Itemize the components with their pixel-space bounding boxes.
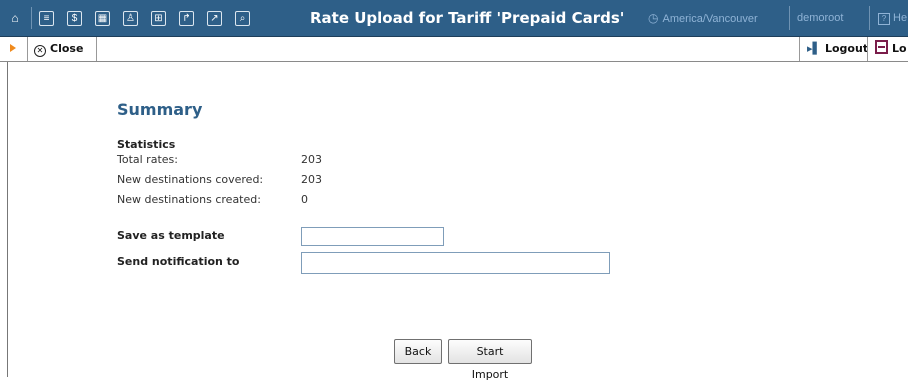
divider xyxy=(799,37,800,61)
close-label: Close xyxy=(50,42,84,55)
timezone-label: America/Vancouver xyxy=(662,13,758,25)
home-icon[interactable]: ⌂ xyxy=(7,10,23,26)
page-title: Rate Upload for Tariff 'Prepaid Cards' xyxy=(310,9,625,27)
stat-label-destinations-covered: New destinations covered: xyxy=(117,173,264,186)
search-icon[interactable]: ⌕ xyxy=(235,10,250,26)
logout-button[interactable]: ▸▌ Logout xyxy=(807,37,868,61)
clock-icon: ◷ xyxy=(648,11,659,25)
timezone-link[interactable]: ◷ America/Vancouver xyxy=(648,0,758,36)
close-icon: ✕ xyxy=(34,45,46,57)
divider xyxy=(867,37,868,61)
stat-label-total-rates: Total rates: xyxy=(117,153,178,166)
stat-value-destinations-covered: 203 xyxy=(301,173,322,186)
toolbar: ✕ Close ▸▌ Logout Lo xyxy=(0,37,908,62)
content-border xyxy=(7,62,8,377)
chart-icon[interactable]: ↗ xyxy=(207,10,222,26)
network-icon[interactable]: ⊞ xyxy=(151,10,166,26)
grid-icon[interactable]: ▦ xyxy=(95,10,110,26)
logout-icon: ▸▌ xyxy=(807,42,821,55)
list-icon[interactable]: ≡ xyxy=(39,10,54,26)
close-button[interactable]: ✕ Close xyxy=(34,37,83,61)
dollar-icon[interactable]: $ xyxy=(67,10,82,26)
divider xyxy=(27,37,28,61)
logoff-label: Lo xyxy=(892,42,907,55)
divider xyxy=(789,6,790,30)
summary-heading: Summary xyxy=(117,100,203,119)
notification-label: Send notification to xyxy=(117,255,240,268)
person-icon[interactable]: ♙ xyxy=(123,10,138,26)
top-bar: ⌂ ≡ $ ▦ ♙ ⊞ ↱ ↗ ⌕ Rate Upload for Tariff… xyxy=(0,0,908,37)
notification-input[interactable] xyxy=(301,252,610,274)
logoff-button[interactable]: Lo xyxy=(875,37,907,61)
statistics-title: Statistics xyxy=(117,138,176,151)
start-import-button[interactable]: Start Import xyxy=(448,339,532,381)
back-button[interactable]: Back xyxy=(394,339,442,364)
logoff-icon xyxy=(875,40,888,54)
divider xyxy=(869,6,870,30)
play-arrow-icon xyxy=(10,44,16,52)
help-icon: ? xyxy=(878,13,890,25)
user-link[interactable]: demoroot xyxy=(797,0,843,36)
save-template-label: Save as template xyxy=(117,229,225,242)
topbar-icons: ⌂ ≡ $ ▦ ♙ ⊞ ↱ ↗ ⌕ xyxy=(0,0,256,36)
help-link[interactable]: ? He xyxy=(878,0,907,36)
save-template-input[interactable] xyxy=(301,227,444,246)
stat-value-destinations-created: 0 xyxy=(301,193,308,206)
transfer-icon[interactable]: ↱ xyxy=(179,10,194,26)
divider xyxy=(31,7,32,29)
stat-label-destinations-created: New destinations created: xyxy=(117,193,261,206)
logout-label: Logout xyxy=(824,42,869,55)
divider xyxy=(96,37,97,61)
stat-value-total-rates: 203 xyxy=(301,153,322,166)
help-label: He xyxy=(893,12,908,24)
